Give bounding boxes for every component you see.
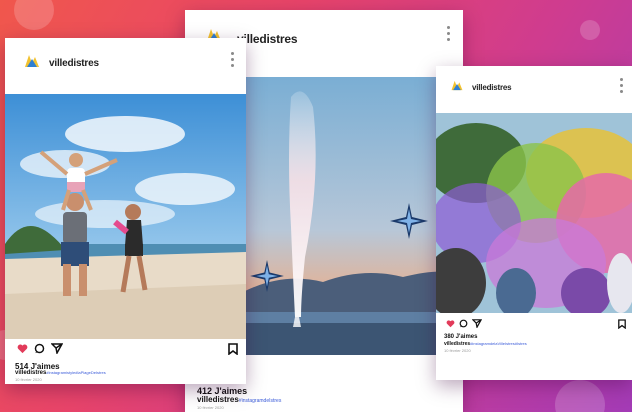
heart-icon[interactable] [17,344,28,354]
post-photo[interactable] [436,113,632,313]
caption-hashtags[interactable]: #instagramdelaVilleIstres#Istres [470,341,527,346]
caption-username[interactable]: villedistres [15,370,46,376]
post-username[interactable]: villedistres [237,32,298,46]
star-decoration [390,203,428,239]
istres-logo [23,53,41,69]
post-date: 10 février 2020 [444,348,471,353]
post-caption: villedistres#instagramdeIstres [197,395,281,404]
bokeh-light [580,20,600,40]
post-username[interactable]: villedistres [472,83,512,92]
star-decoration [250,260,284,292]
more-options-icon[interactable] [620,78,624,96]
bookmark-icon[interactable] [618,319,626,329]
post-card-beach: villedistres 514 J'aimes villedistres#in… [5,38,246,384]
heart-icon[interactable] [446,319,455,328]
caption-hashtags[interactable]: #instagramistyle#laPlageDeIstres [46,370,105,375]
more-options-icon[interactable] [447,26,451,44]
caption-username[interactable]: villedistres [197,395,239,404]
post-date: 10 février 2020 [15,377,42,382]
background: villedistres 412 J'aimes villedistres#in… [0,0,632,412]
share-icon[interactable] [51,343,63,354]
bookmark-icon[interactable] [228,343,238,355]
post-username[interactable]: villedistres [49,58,99,69]
caption-username[interactable]: villedistres [444,341,470,347]
post-date: 10 février 2020 [197,405,224,410]
post-caption: villedistres#instagramistyle#laPlageDeIs… [15,370,106,376]
post-photo[interactable] [5,94,246,339]
bokeh-light [555,380,605,412]
comment-icon[interactable] [34,343,45,354]
bokeh-light [14,0,54,30]
post-card-color-festival: villedistres 380 J'aimes villedistres#in… [436,66,632,380]
post-caption: villedistres#instagramdelaVilleIstres#Is… [444,341,527,347]
action-bar [446,319,482,328]
likes-count: 380 J'aimes [444,334,478,340]
comment-icon[interactable] [459,319,468,328]
more-options-icon[interactable] [231,52,235,70]
action-bar [17,343,63,354]
post-photo[interactable] [243,77,463,355]
caption-hashtags[interactable]: #instagramdeIstres [239,398,282,404]
istres-logo [450,79,464,92]
share-icon[interactable] [472,319,482,328]
